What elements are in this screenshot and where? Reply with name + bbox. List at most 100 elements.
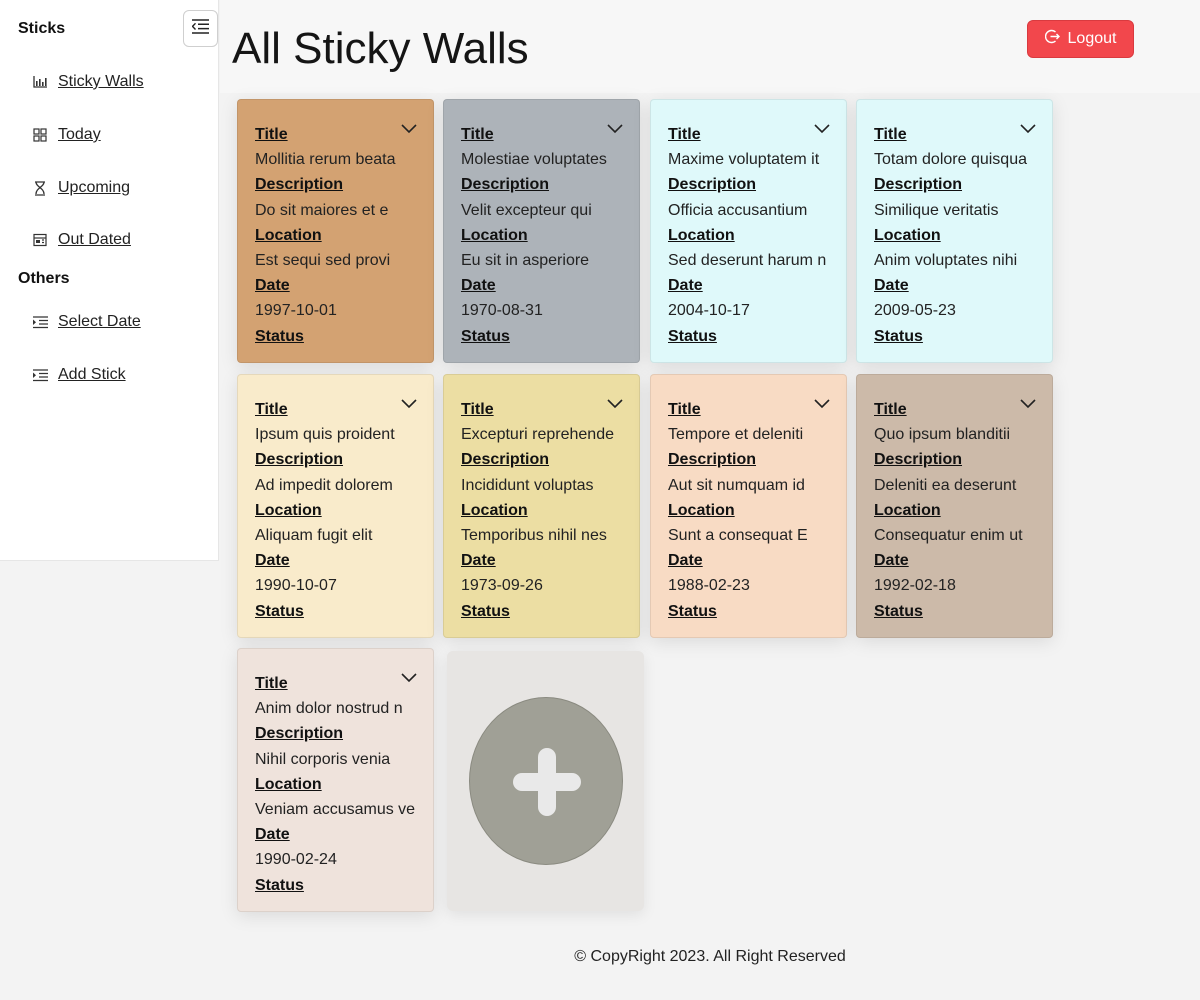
sticky-card[interactable]: Title Totam dolore quisqua Description Simi… [856,99,1053,363]
field-label-location: Location [668,226,735,244]
field-label-title: Title [461,401,494,418]
calendar-store-icon [32,232,48,248]
field-label-date: Date [255,277,290,295]
field-value-location: Temporibus nihil nes [461,527,607,545]
sticky-card[interactable]: Title Excepturi reprehende Description Inci… [443,374,640,638]
field-value-location: Eu sit in asperiore [461,252,590,270]
field-label-status: Status [874,602,923,620]
field-label-description: Description [255,176,344,194]
field-value-title: Anim dolor nostrud n [255,700,403,718]
field-value-date: 2009-05-23 [874,302,956,320]
field-label-status: Status [461,327,510,345]
field-label-description: Description [668,451,757,469]
field-label-date: Date [874,552,909,570]
sticky-card[interactable]: Title Quo ipsum blanditii Description Delen… [856,374,1053,638]
field-label-date: Date [461,552,496,570]
field-label-description: Description [461,451,550,469]
field-value-description: Nihil corporis venia [255,750,391,768]
sidebar-item-select-date[interactable]: Select Date [32,313,141,331]
sidebar-item-label: Select Date [58,313,141,330]
field-label-location: Location [255,775,322,793]
sticky-card[interactable]: Title Tempore et deleniti Description Aut s… [650,374,847,638]
hourglass-icon [32,180,48,196]
field-label-status: Status [461,602,510,620]
field-label-location: Location [255,501,322,519]
logout-button[interactable]: Logout [1027,20,1134,58]
chevron-down-icon[interactable] [607,397,623,411]
field-label-status: Status [668,602,717,620]
sidebar-item-sticky-walls[interactable]: Sticky Walls [32,73,144,91]
field-label-status: Status [874,327,923,345]
field-value-location: Est sequi sed provi [255,252,391,270]
field-label-description: Description [874,176,963,194]
field-value-description: Ad impedit dolorem [255,476,393,494]
field-label-description: Description [668,176,757,194]
chevron-down-icon[interactable] [401,671,417,685]
field-value-title: Totam dolore quisqua [874,151,1027,169]
chevron-down-icon[interactable] [1020,122,1036,136]
sidebar-item-today[interactable]: Today [32,126,101,144]
indent-icon [32,314,48,330]
field-value-title: Ipsum quis proident [255,426,395,444]
field-value-title: Maxime voluptatem it [668,151,820,169]
field-value-title: Mollitia rerum beata [255,151,396,169]
plus-circle-icon[interactable] [468,697,623,865]
field-label-status: Status [255,876,304,894]
add-stick-card[interactable] [447,651,644,911]
field-value-date: 1973-09-26 [461,577,543,595]
indent-icon [32,367,48,383]
footer-copyright: © CopyRight 2023. All Right Reserved [574,948,846,965]
field-label-title: Title [874,126,907,143]
field-value-description: Deleniti ea deserunt [874,476,1017,494]
field-label-date: Date [461,277,496,295]
menu-indent-icon [191,18,209,39]
field-value-location: Veniam accusamus ve [255,801,416,819]
field-label-date: Date [255,826,290,844]
sidebar-toggle-button[interactable] [183,10,218,47]
page-title: All Sticky Walls [232,24,529,73]
bar-chart-icon [32,74,48,90]
sidebar-item-label: Today [58,126,101,143]
sticky-card[interactable]: Title Anim dolor nostrud n Description Nihi… [237,648,434,912]
field-value-location: Sed deserunt harum n [668,252,827,270]
field-value-date: 1990-02-24 [255,851,337,869]
sticky-card[interactable]: Title Mollitia rerum beata Description Do s… [237,99,434,363]
chevron-down-icon[interactable] [401,397,417,411]
field-value-location: Aliquam fugit elit [255,527,373,545]
logout-label: Logout [1067,30,1117,47]
field-value-title: Excepturi reprehende [461,426,614,444]
chevron-down-icon[interactable] [814,397,830,411]
field-value-description: Velit excepteur qui [461,201,592,219]
sidebar-item-add-stick[interactable]: Add Stick [32,366,126,384]
field-value-date: 1992-02-18 [874,577,956,595]
sidebar-item-label: Sticky Walls [58,73,144,90]
sticky-card[interactable]: Title Molestiae voluptates Description Veli… [443,99,640,363]
field-label-status: Status [668,327,717,345]
chevron-down-icon[interactable] [607,122,623,136]
field-label-title: Title [874,401,907,418]
sidebar-item-label: Out Dated [58,231,131,248]
field-value-title: Tempore et deleniti [668,426,804,444]
field-label-title: Title [255,675,288,692]
grid-icon [32,127,48,143]
field-label-status: Status [255,602,304,620]
sidebar-item-label: Upcoming [58,179,131,196]
field-label-location: Location [255,226,322,244]
field-label-title: Title [668,401,701,418]
field-value-title: Quo ipsum blanditii [874,426,1011,444]
chevron-down-icon[interactable] [814,122,830,136]
sticky-card[interactable]: Title Ipsum quis proident Description Ad im… [237,374,434,638]
field-label-title: Title [255,126,288,143]
chevron-down-icon[interactable] [401,122,417,136]
sticky-card[interactable]: Title Maxime voluptatem it Description Offi… [650,99,847,363]
field-value-date: 1990-10-07 [255,577,337,595]
field-label-date: Date [668,552,703,570]
field-value-location: Consequatur enim ut [874,527,1023,545]
field-value-description: Similique veritatis [874,201,999,219]
sidebar-item-out-dated[interactable]: Out Dated [32,231,131,249]
field-label-description: Description [255,451,344,469]
chevron-down-icon[interactable] [1020,397,1036,411]
field-label-date: Date [255,552,290,570]
field-value-title: Molestiae voluptates [461,151,607,169]
sidebar-item-upcoming[interactable]: Upcoming [32,179,130,197]
